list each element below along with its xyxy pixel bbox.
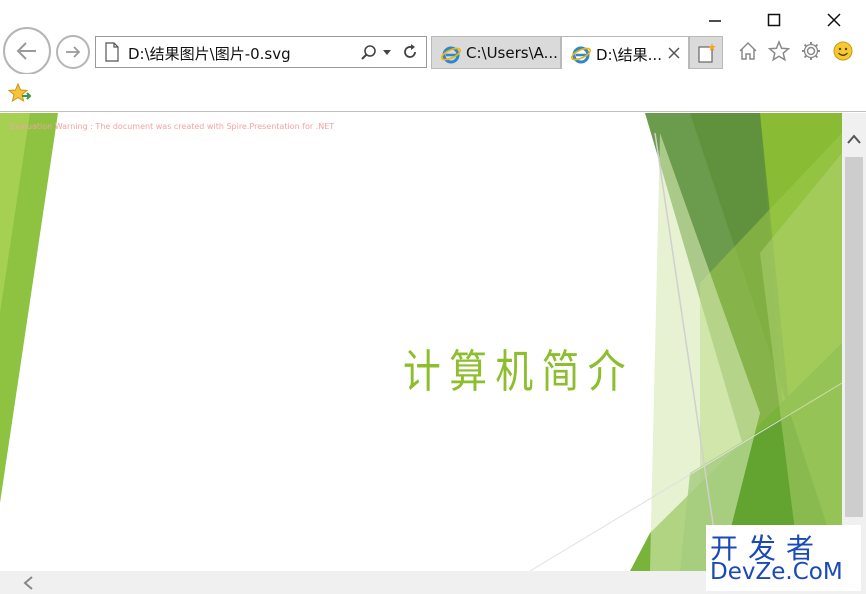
scroll-left-icon[interactable] <box>22 575 34 591</box>
evaluation-warning: Evaluation Warning : The document was cr… <box>10 122 335 131</box>
maximize-button[interactable] <box>759 6 789 34</box>
back-button[interactable] <box>3 27 51 75</box>
new-tab-icon <box>698 43 716 63</box>
ie-icon <box>440 46 462 64</box>
tab-users[interactable]: C:\Users\A... <box>431 36 561 69</box>
slide-title: 计算机简介 <box>403 345 635 398</box>
vertical-scroll-thumb[interactable] <box>845 157 863 517</box>
tab-label: C:\Users\A... <box>466 44 558 62</box>
minimize-icon <box>709 20 721 22</box>
new-tab-button[interactable] <box>689 36 723 69</box>
refresh-icon[interactable] <box>401 43 419 61</box>
feedback-button[interactable] <box>830 38 856 64</box>
favorites-bar <box>0 74 866 112</box>
watermark-line2: DevZe.CoM <box>710 559 843 585</box>
ie-icon <box>570 46 592 64</box>
scroll-up-icon[interactable] <box>846 133 862 145</box>
slide-viewport: Evaluation Warning : The document was cr… <box>0 113 842 571</box>
star-icon <box>768 40 790 62</box>
smiley-icon <box>833 41 853 61</box>
address-url[interactable]: D:\结果图片\图片-0.svg <box>128 43 291 64</box>
add-favorite-icon[interactable] <box>8 82 32 104</box>
forward-button[interactable] <box>56 35 90 69</box>
gear-icon <box>802 42 820 60</box>
site-watermark: 开发者 DevZe.CoM <box>706 525 861 591</box>
address-bar[interactable]: D:\结果图片\图片-0.svg <box>95 36 427 68</box>
close-icon <box>827 13 841 27</box>
home-button[interactable] <box>735 38 761 64</box>
tab-result[interactable]: D:\结果... <box>561 36 689 69</box>
close-window-button[interactable] <box>819 6 849 34</box>
search-icon[interactable] <box>360 44 378 62</box>
arrow-right-icon <box>66 46 81 58</box>
favorites-button[interactable] <box>766 38 792 64</box>
close-tab-icon[interactable] <box>668 47 680 59</box>
settings-button[interactable] <box>798 38 824 64</box>
dropdown-arrow-icon[interactable] <box>382 49 392 57</box>
tab-label: D:\结果... <box>596 46 662 64</box>
page-icon <box>105 42 119 62</box>
vertical-scrollbar[interactable] <box>842 113 866 571</box>
minimize-button[interactable] <box>700 6 730 34</box>
arrow-left-icon <box>16 42 36 60</box>
maximize-icon <box>767 13 781 27</box>
home-icon <box>739 41 757 60</box>
